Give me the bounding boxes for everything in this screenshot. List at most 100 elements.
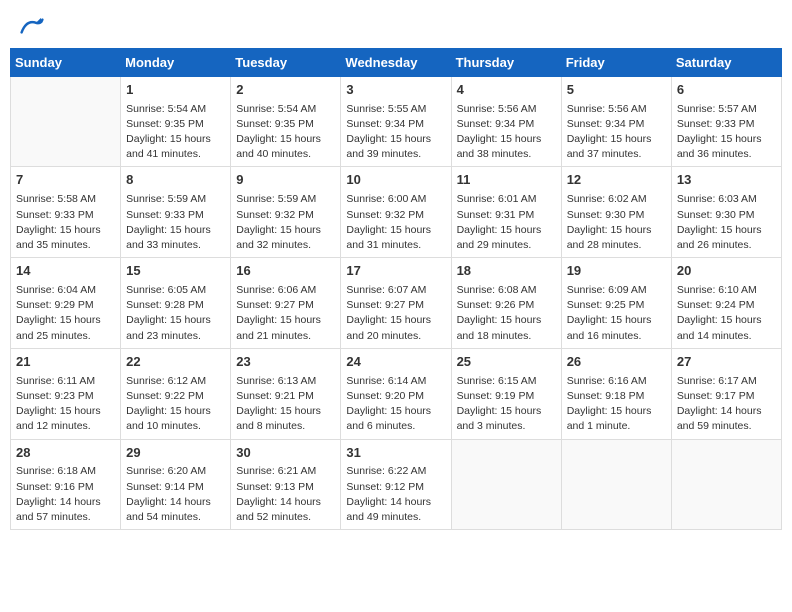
calendar-cell: 6 Sunrise: 5:57 AM Sunset: 9:33 PM Daylig… bbox=[671, 76, 781, 167]
day-info: Sunrise: 6:05 AM Sunset: 9:28 PM Dayligh… bbox=[126, 283, 225, 344]
day-number: 10 bbox=[346, 171, 445, 190]
day-info: Sunrise: 6:07 AM Sunset: 9:27 PM Dayligh… bbox=[346, 283, 445, 344]
day-number: 6 bbox=[677, 81, 776, 100]
calendar-cell: 28Sunrise: 6:18 AM Sunset: 9:16 PM Dayli… bbox=[11, 439, 121, 530]
header bbox=[10, 10, 782, 40]
day-number: 17 bbox=[346, 262, 445, 281]
day-info: Sunrise: 5:59 AM Sunset: 9:33 PM Dayligh… bbox=[126, 192, 225, 253]
calendar-cell: 24 Sunrise: 6:14 AM Sunset: 9:20 PM Dayli… bbox=[341, 348, 451, 439]
header-cell-monday: Monday bbox=[121, 48, 231, 76]
day-info: Sunrise: 6:03 AM Sunset: 9:30 PM Dayligh… bbox=[677, 192, 776, 253]
calendar-cell: 1Sunrise: 5:54 AM Sunset: 9:35 PM Daylig… bbox=[121, 76, 231, 167]
day-number: 11 bbox=[457, 171, 556, 190]
day-info: Sunrise: 6:09 AM Sunset: 9:25 PM Dayligh… bbox=[567, 283, 666, 344]
day-info: Sunrise: 6:16 AM Sunset: 9:18 PM Dayligh… bbox=[567, 374, 666, 435]
day-number: 5 bbox=[567, 81, 666, 100]
day-number: 23 bbox=[236, 353, 335, 372]
calendar-week-1: 1 Sunrise: 5:54 AM Sunset: 9:35 PM Daylig… bbox=[11, 76, 782, 167]
calendar-cell: 10Sunrise: 6:00 AM Sunset: 9:32 PM Dayli… bbox=[341, 167, 451, 258]
calendar-cell: 31Sunrise: 6:22 AM Sunset: 9:12 PM Dayli… bbox=[341, 439, 451, 530]
calendar-cell: 14 Sunrise: 6:04 AM Sunset: 9:29 PM Dayli… bbox=[11, 258, 121, 349]
calendar-cell: 2 Sunrise: 5:54 AM Sunset: 9:35 PM Daylig… bbox=[231, 76, 341, 167]
calendar-cell bbox=[561, 439, 671, 530]
calendar-cell: 7Sunrise: 5:58 AM Sunset: 9:33 PM Daylig… bbox=[11, 167, 121, 258]
logo-icon bbox=[20, 16, 44, 36]
day-info: Sunrise: 6:01 AM Sunset: 9:31 PM Dayligh… bbox=[457, 192, 556, 253]
calendar-cell: 5 Sunrise: 5:56 AM Sunset: 9:34 PM Daylig… bbox=[561, 76, 671, 167]
calendar-body: 1 Sunrise: 5:54 AM Sunset: 9:35 PM Daylig… bbox=[11, 76, 782, 530]
day-number: 29 bbox=[126, 444, 225, 463]
calendar-week-5: 28Sunrise: 6:18 AM Sunset: 9:16 PM Dayli… bbox=[11, 439, 782, 530]
calendar-week-3: 14 Sunrise: 6:04 AM Sunset: 9:29 PM Dayli… bbox=[11, 258, 782, 349]
day-info: Sunrise: 6:18 AM Sunset: 9:16 PM Dayligh… bbox=[16, 464, 115, 525]
day-info: Sunrise: 6:04 AM Sunset: 9:29 PM Dayligh… bbox=[16, 283, 115, 344]
calendar-cell: 25 Sunrise: 6:15 AM Sunset: 9:19 PM Dayli… bbox=[451, 348, 561, 439]
logo bbox=[18, 14, 44, 36]
day-info: Sunrise: 6:14 AM Sunset: 9:20 PM Dayligh… bbox=[346, 374, 445, 435]
header-cell-friday: Friday bbox=[561, 48, 671, 76]
day-info: Sunrise: 5:56 AM Sunset: 9:34 PM Dayligh… bbox=[567, 102, 666, 163]
calendar-week-4: 21 Sunrise: 6:11 AM Sunset: 9:23 PM Dayli… bbox=[11, 348, 782, 439]
calendar-cell bbox=[451, 439, 561, 530]
day-info: Sunrise: 6:20 AM Sunset: 9:14 PM Dayligh… bbox=[126, 464, 225, 525]
calendar-cell: 11 Sunrise: 6:01 AM Sunset: 9:31 PM Dayli… bbox=[451, 167, 561, 258]
day-number: 1 bbox=[126, 81, 225, 100]
calendar-cell: 20 Sunrise: 6:10 AM Sunset: 9:24 PM Dayli… bbox=[671, 258, 781, 349]
day-info: Sunrise: 6:12 AM Sunset: 9:22 PM Dayligh… bbox=[126, 374, 225, 435]
day-info: Sunrise: 5:58 AM Sunset: 9:33 PM Dayligh… bbox=[16, 192, 115, 253]
calendar-cell bbox=[11, 76, 121, 167]
day-number: 20 bbox=[677, 262, 776, 281]
day-number: 25 bbox=[457, 353, 556, 372]
calendar-cell: 30Sunrise: 6:21 AM Sunset: 9:13 PM Dayli… bbox=[231, 439, 341, 530]
day-info: Sunrise: 6:08 AM Sunset: 9:26 PM Dayligh… bbox=[457, 283, 556, 344]
header-cell-saturday: Saturday bbox=[671, 48, 781, 76]
day-number: 9 bbox=[236, 171, 335, 190]
day-info: Sunrise: 6:17 AM Sunset: 9:17 PM Dayligh… bbox=[677, 374, 776, 435]
calendar-week-2: 7Sunrise: 5:58 AM Sunset: 9:33 PM Daylig… bbox=[11, 167, 782, 258]
calendar-cell: 17 Sunrise: 6:07 AM Sunset: 9:27 PM Dayli… bbox=[341, 258, 451, 349]
day-number: 27 bbox=[677, 353, 776, 372]
day-info: Sunrise: 6:10 AM Sunset: 9:24 PM Dayligh… bbox=[677, 283, 776, 344]
day-number: 3 bbox=[346, 81, 445, 100]
day-number: 31 bbox=[346, 444, 445, 463]
calendar-cell: 22 Sunrise: 6:12 AM Sunset: 9:22 PM Dayli… bbox=[121, 348, 231, 439]
calendar-cell: 12 Sunrise: 6:02 AM Sunset: 9:30 PM Dayli… bbox=[561, 167, 671, 258]
day-info: Sunrise: 6:15 AM Sunset: 9:19 PM Dayligh… bbox=[457, 374, 556, 435]
day-number: 24 bbox=[346, 353, 445, 372]
day-number: 18 bbox=[457, 262, 556, 281]
day-info: Sunrise: 5:56 AM Sunset: 9:34 PM Dayligh… bbox=[457, 102, 556, 163]
calendar-cell: 13 Sunrise: 6:03 AM Sunset: 9:30 PM Dayli… bbox=[671, 167, 781, 258]
calendar-cell: 8 Sunrise: 5:59 AM Sunset: 9:33 PM Daylig… bbox=[121, 167, 231, 258]
day-info: Sunrise: 6:02 AM Sunset: 9:30 PM Dayligh… bbox=[567, 192, 666, 253]
day-number: 13 bbox=[677, 171, 776, 190]
day-number: 14 bbox=[16, 262, 115, 281]
day-info: Sunrise: 5:55 AM Sunset: 9:34 PM Dayligh… bbox=[346, 102, 445, 163]
calendar-cell: 23Sunrise: 6:13 AM Sunset: 9:21 PM Dayli… bbox=[231, 348, 341, 439]
day-number: 12 bbox=[567, 171, 666, 190]
calendar-table: SundayMondayTuesdayWednesdayThursdayFrid… bbox=[10, 48, 782, 531]
calendar-cell: 4Sunrise: 5:56 AM Sunset: 9:34 PM Daylig… bbox=[451, 76, 561, 167]
header-cell-sunday: Sunday bbox=[11, 48, 121, 76]
day-number: 8 bbox=[126, 171, 225, 190]
day-info: Sunrise: 6:21 AM Sunset: 9:13 PM Dayligh… bbox=[236, 464, 335, 525]
day-number: 21 bbox=[16, 353, 115, 372]
calendar-cell: 27 Sunrise: 6:17 AM Sunset: 9:17 PM Dayli… bbox=[671, 348, 781, 439]
day-number: 2 bbox=[236, 81, 335, 100]
header-cell-tuesday: Tuesday bbox=[231, 48, 341, 76]
day-info: Sunrise: 5:57 AM Sunset: 9:33 PM Dayligh… bbox=[677, 102, 776, 163]
day-number: 28 bbox=[16, 444, 115, 463]
calendar-cell: 19 Sunrise: 6:09 AM Sunset: 9:25 PM Dayli… bbox=[561, 258, 671, 349]
calendar-cell: 9 Sunrise: 5:59 AM Sunset: 9:32 PM Daylig… bbox=[231, 167, 341, 258]
day-number: 19 bbox=[567, 262, 666, 281]
calendar-cell: 26 Sunrise: 6:16 AM Sunset: 9:18 PM Dayli… bbox=[561, 348, 671, 439]
header-cell-thursday: Thursday bbox=[451, 48, 561, 76]
calendar-cell: 16Sunrise: 6:06 AM Sunset: 9:27 PM Dayli… bbox=[231, 258, 341, 349]
calendar-cell: 29Sunrise: 6:20 AM Sunset: 9:14 PM Dayli… bbox=[121, 439, 231, 530]
calendar-cell: 21 Sunrise: 6:11 AM Sunset: 9:23 PM Dayli… bbox=[11, 348, 121, 439]
day-info: Sunrise: 6:22 AM Sunset: 9:12 PM Dayligh… bbox=[346, 464, 445, 525]
day-info: Sunrise: 6:11 AM Sunset: 9:23 PM Dayligh… bbox=[16, 374, 115, 435]
day-number: 22 bbox=[126, 353, 225, 372]
day-info: Sunrise: 5:59 AM Sunset: 9:32 PM Dayligh… bbox=[236, 192, 335, 253]
day-number: 26 bbox=[567, 353, 666, 372]
day-info: Sunrise: 5:54 AM Sunset: 9:35 PM Dayligh… bbox=[236, 102, 335, 163]
